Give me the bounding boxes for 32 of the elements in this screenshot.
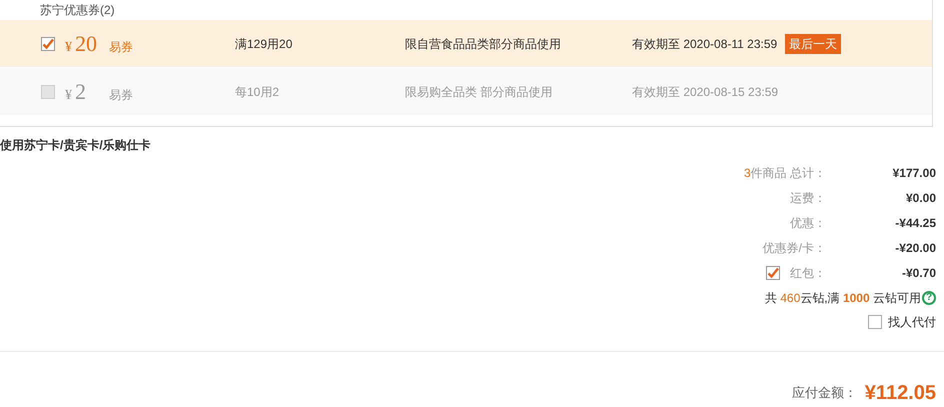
checkbox[interactable] xyxy=(41,84,55,98)
pay-for-me-label: 找人代付 xyxy=(888,314,936,331)
section-title: 苏宁优惠券(2) xyxy=(40,3,115,17)
summary-value: -¥0.70 xyxy=(900,264,936,282)
checkbox[interactable] xyxy=(868,315,882,329)
summary-label: 运费： xyxy=(790,190,826,206)
summary-label: 优惠： xyxy=(790,214,826,232)
coupon-condition: 每10用2 xyxy=(235,84,280,100)
card-link[interactable]: 使用苏宁卡/贵宾卡/乐购仕卡 xyxy=(0,138,151,152)
coupon-scope: 限易购全品类 部分商品使用 xyxy=(405,84,554,100)
summary-value: -¥44.25 xyxy=(894,214,936,232)
checkbox[interactable] xyxy=(41,36,55,50)
coupon-row[interactable]: ¥20 易券 满129用20 限自营食品品类部分商品使用 有效期至 2020-08-11 23:59 最后一天 xyxy=(0,20,932,67)
coupon-scope: 限自营食品品类部分商品使用 xyxy=(405,36,562,52)
summary-value: ¥177.00 xyxy=(892,164,936,182)
coins-text: 共 460云钻,满 1000 云钻可用 xyxy=(764,290,921,306)
summary-label: 红包： xyxy=(790,264,826,282)
checkbox[interactable] xyxy=(766,266,780,280)
coupon-condition: 满129用20 xyxy=(235,36,294,52)
payable-label: 应付金额： xyxy=(792,384,857,402)
payable-amount: ¥112.05 xyxy=(864,381,936,406)
coupon-amount: ¥20 xyxy=(65,30,98,58)
coupon-type: 易券 xyxy=(109,38,133,56)
summary-label: 3件商品 总计： xyxy=(744,164,826,182)
coupon-expiry: 有效期至 2020-08-11 23:59 xyxy=(632,36,778,52)
coupon-type: 易券 xyxy=(109,86,133,104)
coupon-expiry: 有效期至 2020-08-15 23:59 xyxy=(632,84,778,100)
summary-value: -¥20.00 xyxy=(894,240,936,256)
coupon-amount: ¥2 xyxy=(65,78,87,106)
summary-label: 优惠券/卡： xyxy=(762,240,826,256)
summary-value: ¥0.00 xyxy=(904,190,936,206)
last-day-badge: 最后一天 xyxy=(785,34,842,54)
